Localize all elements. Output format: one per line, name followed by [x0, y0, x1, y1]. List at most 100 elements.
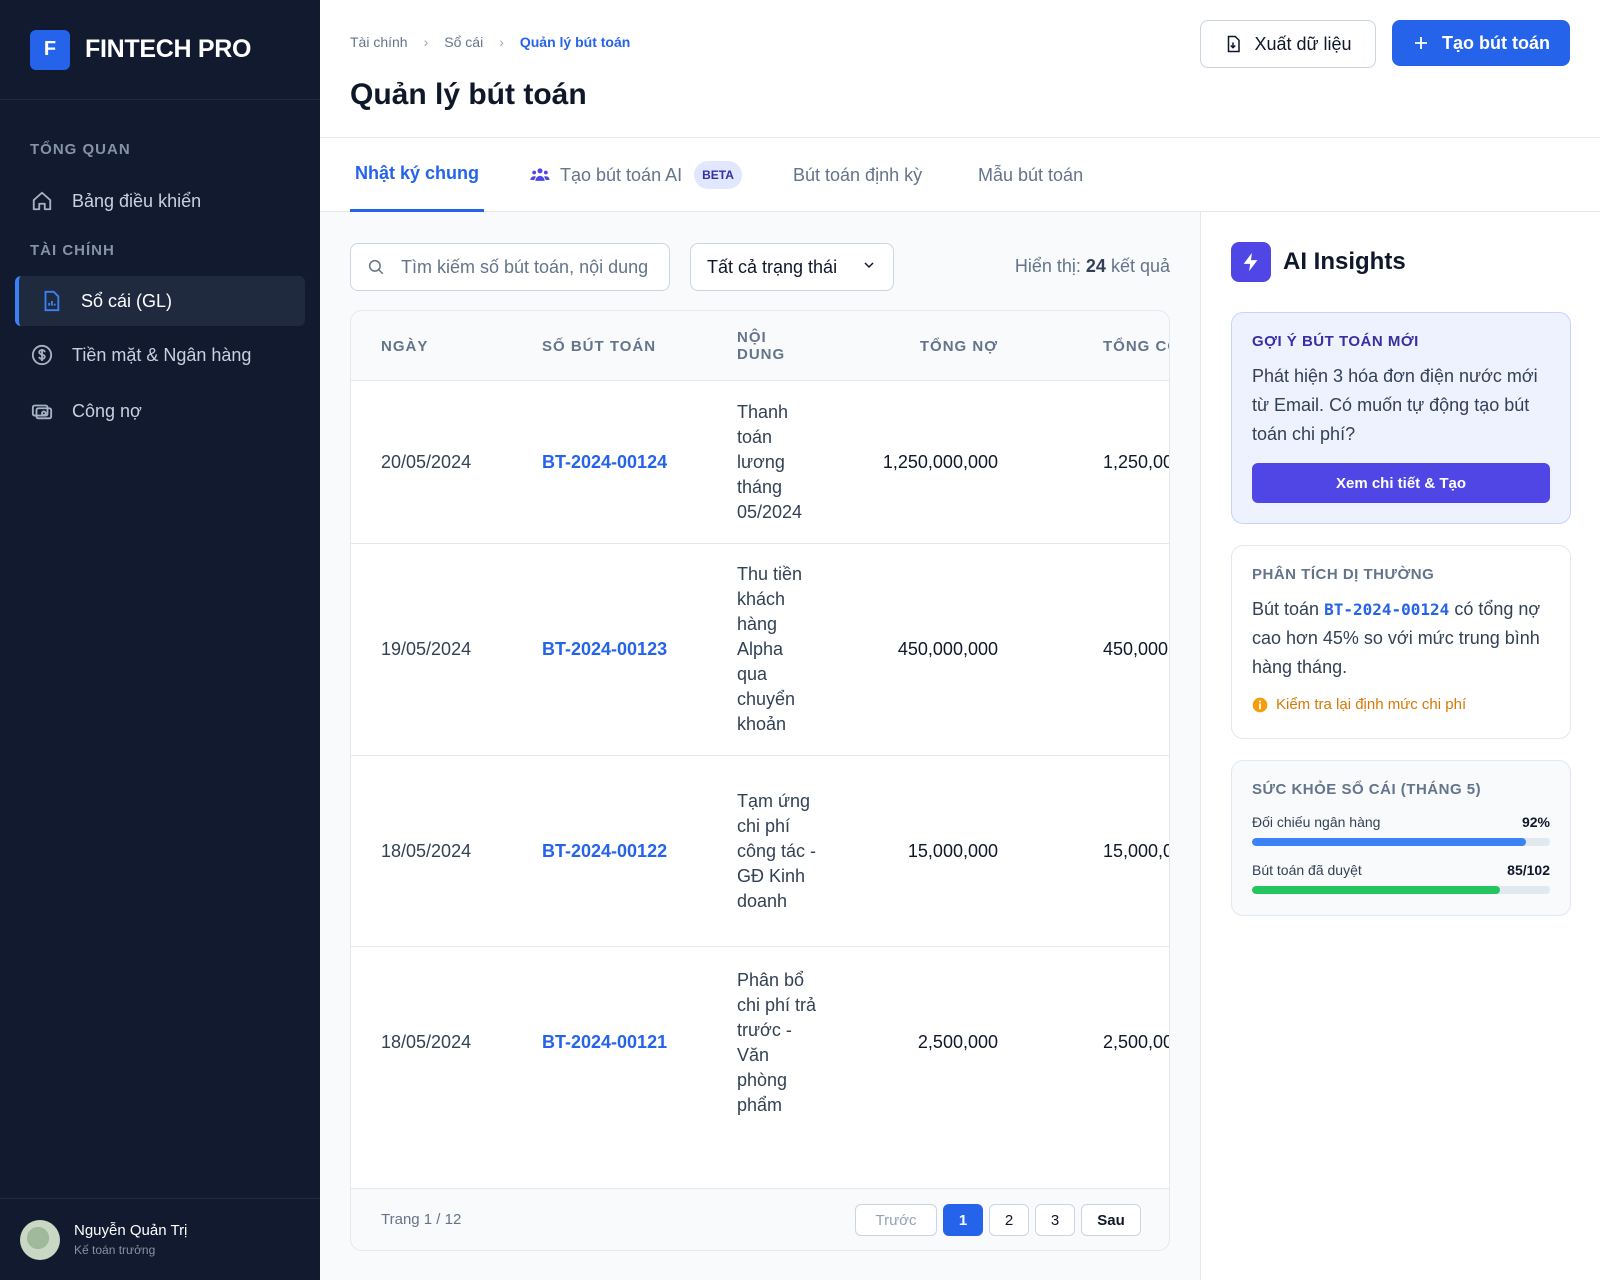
page-3-button[interactable]: 3 [1035, 1204, 1075, 1236]
table-header: NGÀY SỐ BÚT TOÁN NỘI DUNG TỔNG NỢ TỔNG C… [351, 311, 1169, 381]
metric-name: Bút toán đã duyệt [1252, 862, 1362, 878]
tab-label: Nhật ký chung [355, 163, 480, 183]
file-download-icon [1224, 35, 1242, 53]
metric-bank-reconciliation: Đối chiếu ngân hàng 92% [1252, 814, 1550, 846]
prev-page-button[interactable]: Trước [855, 1204, 937, 1236]
export-button[interactable]: Xuất dữ liệu [1200, 20, 1376, 68]
page-title: Quản lý bút toán [350, 78, 587, 111]
table-row[interactable]: 18/05/2024 BT-2024-00121 Phân bổ chi phí… [351, 947, 1169, 1138]
cell-entry-no[interactable]: BT-2024-00122 [542, 756, 667, 946]
breadcrumb-item[interactable]: Tài chính [350, 34, 408, 50]
tab-entry-templates[interactable]: Mẫu bút toán [978, 138, 1083, 212]
export-label: Xuất dữ liệu [1254, 33, 1352, 54]
users-icon [530, 165, 550, 185]
metric-value: 92% [1521, 814, 1550, 830]
tab-label: Tạo bút toán AI [560, 164, 683, 185]
cell-date: 18/05/2024 [381, 840, 472, 861]
tab-ai-entry[interactable]: Tạo bút toán AI BETA [530, 138, 742, 212]
sidebar-item-debts[interactable]: Công nợ [15, 386, 305, 436]
metric-name: Đối chiếu ngân hàng [1252, 814, 1381, 830]
anomaly-warning-link[interactable]: Kiểm tra lại định mức chi phí [1252, 696, 1550, 713]
cell-description: Thanh toán lương tháng 05/2024 [737, 401, 803, 522]
cell-debit: 2,500,000 [917, 1032, 998, 1052]
info-icon [1252, 697, 1268, 713]
table-row[interactable]: 19/05/2024 BT-2024-00123 Thu tiền khách … [351, 544, 1169, 756]
cell-credit: 1,250,000,000 [1103, 451, 1169, 472]
status-select[interactable]: Tất cả trạng thái [690, 243, 894, 291]
cell-credit: 2,500,000 [1103, 1032, 1169, 1052]
suggestion-card: GỢI Ý BÚT TOÁN MỚI Phát hiện 3 hóa đơn đ… [1231, 312, 1571, 524]
sidebar-item-label: Sổ cái (GL) [81, 290, 173, 311]
breadcrumb-item[interactable]: Sổ cái [444, 34, 483, 50]
page-2-button[interactable]: 2 [989, 1204, 1029, 1236]
search-icon [367, 258, 385, 276]
cell-description: Thu tiền khách hàng Alpha qua chuyển kho… [737, 564, 803, 734]
status-select-value: Tất cả trạng thái [707, 256, 838, 277]
user-profile[interactable]: Nguyễn Quản Trị Kế toán trưởng [0, 1198, 320, 1280]
cell-debit: 1,250,000,000 [882, 451, 998, 472]
anomaly-warning-text: Kiểm tra lại định mức chi phí [1276, 696, 1467, 713]
anomaly-entry-code[interactable]: BT-2024-00124 [1324, 600, 1449, 619]
cell-debit: 15,000,000 [907, 840, 998, 861]
sidebar-item-cash-bank[interactable]: Tiền mặt & Ngân hàng [15, 330, 305, 380]
beta-badge: BETA [694, 161, 742, 189]
home-icon [30, 189, 54, 213]
column-header-description[interactable]: NỘI DUNG [737, 311, 817, 381]
create-entry-button[interactable]: Tạo bút toán [1392, 20, 1570, 66]
table-row[interactable]: 20/05/2024 BT-2024-00124 Thanh toán lươn… [351, 381, 1169, 544]
progress-bar [1252, 838, 1550, 846]
cell-entry-no[interactable]: BT-2024-00124 [542, 381, 667, 543]
cell-description: Phân bổ chi phí trả trước - Văn phòng ph… [737, 969, 817, 1115]
page-1-button[interactable]: 1 [943, 1204, 983, 1236]
ai-insights-panel: AI Insights GỢI Ý BÚT TOÁN MỚI Phát hiện… [1200, 212, 1600, 1280]
next-page-button[interactable]: Sau [1081, 1204, 1141, 1236]
result-count: Hiển thị: 24 kết quả [1015, 256, 1170, 277]
progress-fill [1252, 838, 1527, 846]
sidebar-item-dashboard[interactable]: Bảng điều khiển [15, 176, 305, 226]
plus-icon [1412, 34, 1430, 52]
breadcrumb-current: Quản lý bút toán [519, 34, 631, 50]
cell-date: 19/05/2024 [381, 639, 472, 659]
page-header: Tài chính › Sổ cái › Quản lý bút toán Qu… [320, 0, 1600, 138]
ai-insights-header: AI Insights [1231, 242, 1406, 282]
ledger-health-label: SỨC KHỎE SỔ CÁI (THÁNG 5) [1252, 781, 1482, 798]
sidebar-item-general-ledger[interactable]: Sổ cái (GL) [15, 276, 305, 326]
view-and-create-button[interactable]: Xem chi tiết & Tạo [1252, 463, 1550, 503]
progress-bar [1252, 886, 1550, 894]
create-label: Tạo bút toán [1442, 32, 1550, 53]
column-header-total-debit[interactable]: TỔNG NỢ [920, 311, 998, 381]
search-box[interactable] [350, 243, 670, 291]
sidebar-item-label: Tiền mặt & Ngân hàng [72, 344, 252, 365]
anomaly-text: Bút toán BT-2024-00124 có tổng nợ cao hơ… [1252, 595, 1550, 682]
column-header-entry-no[interactable]: SỐ BÚT TOÁN [542, 311, 656, 381]
cell-description: Tạm ứng chi phí công tác - GĐ Kinh doanh [737, 790, 817, 911]
anomaly-card: PHÂN TÍCH DỊ THƯỜNG Bút toán BT-2024-001… [1231, 545, 1571, 739]
result-count-prefix: Hiển thị: [1014, 256, 1081, 276]
anomaly-text-before: Bút toán [1252, 599, 1320, 619]
nav-section-overview: TỔNG QUAN [30, 141, 131, 158]
progress-fill [1252, 886, 1501, 894]
column-header-total-credit[interactable]: TỔNG CÓ [1103, 311, 1169, 381]
brand[interactable]: F FINTECH PRO [0, 0, 320, 100]
lightning-icon [1231, 242, 1271, 282]
brand-name: FINTECH PRO [85, 35, 252, 63]
tab-general-journal[interactable]: Nhật ký chung [350, 138, 485, 212]
cell-entry-no[interactable]: BT-2024-00123 [542, 544, 667, 755]
metric-value: 85/102 [1507, 862, 1550, 878]
breadcrumb: Tài chính › Sổ cái › Quản lý bút toán [350, 34, 630, 50]
avatar [20, 1219, 60, 1260]
search-input[interactable] [401, 256, 651, 278]
journal-main: Tất cả trạng thái Hiển thị: 24 kết quả N… [320, 212, 1200, 1280]
journal-table: NGÀY SỐ BÚT TOÁN NỘI DUNG TỔNG NỢ TỔNG C… [350, 310, 1170, 1251]
sidebar-item-label: Công nợ [72, 400, 142, 421]
table-row[interactable]: 18/05/2024 BT-2024-00122 Tạm ứng chi phí… [351, 756, 1169, 947]
pagination: Trước 1 2 3 Sau [855, 1204, 1141, 1236]
table-footer: Trang 1 / 12 Trước 1 2 3 Sau [351, 1188, 1169, 1250]
tab-recurring-entries[interactable]: Bút toán định kỳ [793, 138, 922, 212]
user-name: Nguyễn Quản Trị [74, 1222, 188, 1239]
column-header-date[interactable]: NGÀY [381, 311, 428, 381]
cell-credit: 450,000,000 [1103, 639, 1169, 659]
cell-entry-no[interactable]: BT-2024-00121 [542, 947, 667, 1138]
nav-section-finance: TÀI CHÍNH [30, 242, 115, 259]
money-icon [30, 399, 54, 423]
